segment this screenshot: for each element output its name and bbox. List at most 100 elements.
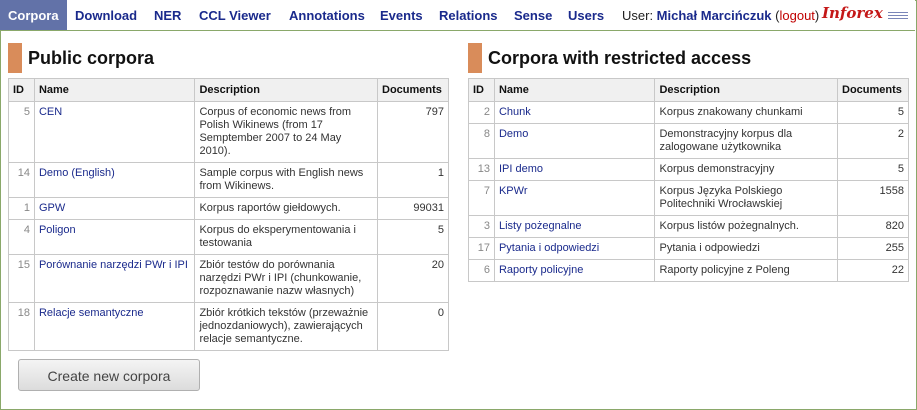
- row-name-cell: Raporty policyjne: [493, 259, 656, 282]
- row-id-cell: 4: [8, 219, 35, 255]
- row-name-cell: Listy pożegnalne: [493, 215, 656, 238]
- row-description-cell: Korpus demonstracyjny: [654, 158, 838, 181]
- create-new-corpora-button[interactable]: Create new corpora: [18, 359, 200, 391]
- row-id-cell: 1: [8, 197, 35, 220]
- row-name-cell: Pytania i odpowiedzi: [493, 237, 656, 260]
- row-documents-cell: 1: [377, 162, 449, 198]
- nav-item-sense[interactable]: Sense: [514, 0, 552, 30]
- user-info: User: Michał Marcińczuk (logout): [622, 0, 819, 30]
- row-description-cell: Raporty policyjne z Poleng: [654, 259, 838, 282]
- table-row: 17 Pytania i odpowiedzi Pytania i odpowied…: [468, 237, 909, 260]
- corpus-link[interactable]: Raporty policyjne: [499, 264, 583, 276]
- row-documents-cell: 255: [837, 237, 909, 260]
- table-row: 4 Poligon Korpus do eksperymentowania i te…: [8, 219, 449, 255]
- row-id-cell: 17: [468, 237, 495, 260]
- row-id-cell: 8: [468, 123, 495, 159]
- nav-item-users[interactable]: Users: [568, 0, 604, 30]
- nav-item-annotations[interactable]: Annotations: [289, 0, 365, 30]
- logout-close-paren: ): [814, 8, 820, 23]
- row-id-cell: 7: [468, 180, 495, 216]
- row-name-cell: CEN: [33, 101, 196, 163]
- nav-item-corpora[interactable]: Corpora: [0, 0, 67, 30]
- row-description-cell: Corpus of economic news from Polish Wiki…: [194, 101, 378, 163]
- row-id-cell: 6: [468, 259, 495, 282]
- column-header-name: Name: [493, 78, 656, 102]
- corpus-link[interactable]: Poligon: [39, 224, 76, 236]
- table-row: 8 Demo Demonstracyjny korpus dla zalogowan…: [468, 123, 909, 159]
- column-header-description: Description: [654, 78, 838, 102]
- row-description-cell: Korpus do eksperymentowania i testowania: [194, 219, 378, 255]
- table-row: 18 Relacje semantyczne Zbiór krótkich teks…: [8, 302, 449, 351]
- corpus-link[interactable]: Demo: [499, 128, 528, 140]
- row-id-cell: 2: [468, 101, 495, 124]
- row-documents-cell: 22: [837, 259, 909, 282]
- logo-lines-icon: [888, 12, 908, 21]
- restricted-corpora-heading: Corpora with restricted access: [468, 43, 908, 73]
- user-name: Michał Marcińczuk: [656, 8, 772, 23]
- row-description-cell: Zbiór krótkich tekstów (przeważnie jedno…: [194, 302, 378, 351]
- nav-item-ner[interactable]: NER: [154, 0, 181, 30]
- column-header-documents: Documents: [837, 78, 909, 102]
- row-documents-cell: 5: [837, 158, 909, 181]
- corpus-link[interactable]: IPI demo: [499, 163, 543, 175]
- row-id-cell: 18: [8, 302, 35, 351]
- row-documents-cell: 5: [377, 219, 449, 255]
- row-description-cell: Korpus znakowany chunkami: [654, 101, 838, 124]
- row-name-cell: Demo: [493, 123, 656, 159]
- heading-accent-bar: [468, 43, 482, 73]
- row-documents-cell: 5: [837, 101, 909, 124]
- table-row: 6 Raporty policyjne Raporty policyjne z Po…: [468, 259, 909, 282]
- row-documents-cell: 820: [837, 215, 909, 238]
- row-id-cell: 5: [8, 101, 35, 163]
- corpus-link[interactable]: Demo (English): [39, 167, 115, 179]
- nav-item-events[interactable]: Events: [380, 0, 423, 30]
- row-name-cell: KPWr: [493, 180, 656, 216]
- row-description-cell: Demonstracyjny korpus dla zalogowane uży…: [654, 123, 838, 159]
- row-description-cell: Korpus listów pożegnalnych.: [654, 215, 838, 238]
- corpus-link[interactable]: GPW: [39, 202, 65, 214]
- row-documents-cell: 1558: [837, 180, 909, 216]
- row-description-cell: Zbiór testów do porównania narzędzi PWr …: [194, 254, 378, 303]
- row-description-cell: Korpus Języka Polskiego Politechniki Wro…: [654, 180, 838, 216]
- row-name-cell: Demo (English): [33, 162, 196, 198]
- heading-accent-bar: [8, 43, 22, 73]
- top-navigation: Corpora Download NER CCL Viewer Annotati…: [0, 0, 915, 31]
- row-id-cell: 14: [8, 162, 35, 198]
- corpus-link[interactable]: Pytania i odpowiedzi: [499, 242, 599, 254]
- logout-open-paren: (: [771, 8, 780, 23]
- row-documents-cell: 797: [377, 101, 449, 163]
- row-documents-cell: 2: [837, 123, 909, 159]
- row-id-cell: 3: [468, 215, 495, 238]
- table-header-row: ID Name Description Documents: [468, 78, 909, 102]
- inforex-logo: Inforex: [822, 4, 883, 22]
- corpus-link[interactable]: Porównanie narzędzi PWr i IPI: [39, 259, 188, 271]
- row-name-cell: GPW: [33, 197, 196, 220]
- table-row: 7 KPWr Korpus Języka Polskiego Politechnik…: [468, 180, 909, 216]
- row-name-cell: Porównanie narzędzi PWr i IPI: [33, 254, 196, 303]
- corpus-link[interactable]: KPWr: [499, 185, 528, 197]
- corpus-link[interactable]: Listy pożegnalne: [499, 220, 582, 232]
- public-corpora-heading: Public corpora: [8, 43, 448, 73]
- row-documents-cell: 99031: [377, 197, 449, 220]
- table-row: 3 Listy pożegnalne Korpus listów pożegnaln…: [468, 215, 909, 238]
- nav-item-ccl-viewer[interactable]: CCL Viewer: [199, 0, 271, 30]
- nav-item-relations[interactable]: Relations: [439, 0, 498, 30]
- table-row: 14 Demo (English) Sample corpus with Engli…: [8, 162, 449, 198]
- row-name-cell: IPI demo: [493, 158, 656, 181]
- row-name-cell: Relacje semantyczne: [33, 302, 196, 351]
- table-row: 2 Chunk Korpus znakowany chunkami 5: [468, 101, 909, 124]
- logout-link[interactable]: logout: [780, 8, 815, 23]
- corpus-link[interactable]: Relacje semantyczne: [39, 307, 144, 319]
- nav-item-download[interactable]: Download: [75, 0, 137, 30]
- row-documents-cell: 0: [377, 302, 449, 351]
- row-id-cell: 15: [8, 254, 35, 303]
- public-corpora-table: ID Name Description Documents 5 CEN Corpus…: [8, 78, 449, 351]
- row-description-cell: Sample corpus with English news from Wik…: [194, 162, 378, 198]
- row-id-cell: 13: [468, 158, 495, 181]
- corpus-link[interactable]: CEN: [39, 106, 62, 118]
- column-header-id: ID: [8, 78, 35, 102]
- table-row: 1 GPW Korpus raportów giełdowych. 99031: [8, 197, 449, 220]
- corpus-link[interactable]: Chunk: [499, 106, 531, 118]
- table-row: 15 Porównanie narzędzi PWr i IPI Zbiór tes…: [8, 254, 449, 303]
- user-prefix: User:: [622, 8, 657, 23]
